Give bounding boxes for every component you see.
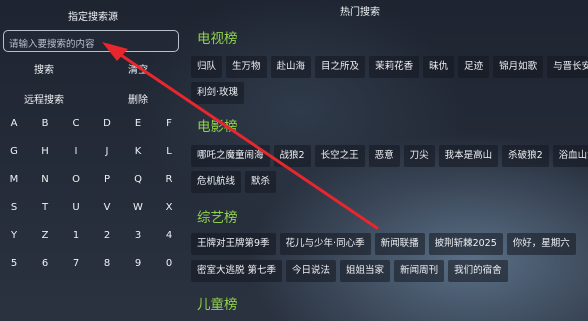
- annotation-arrow-icon: [102, 42, 379, 230]
